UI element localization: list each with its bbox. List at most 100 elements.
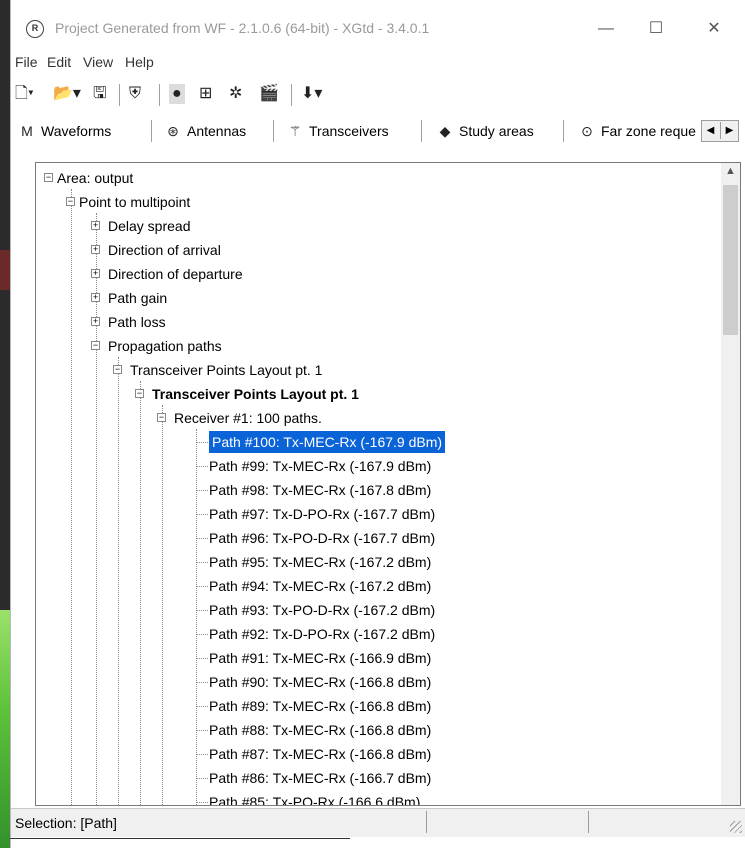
tab-antennas[interactable]: ⊛ Antennas (163, 120, 246, 142)
path-label: Path #92: Tx-D-PO-Rx (-167.2 dBm) (209, 626, 436, 642)
tree-connector (71, 189, 72, 805)
tree-view-icon[interactable]: ⊞ (199, 84, 212, 104)
path-label: Path #99: Tx-MEC-Rx (-167.9 dBm) (209, 458, 432, 474)
xgtd-logo-icon[interactable]: R (26, 20, 44, 38)
path-label: Path #94: Tx-MEC-Rx (-167.2 dBm) (209, 578, 432, 594)
selection-status: Selection: [Path] (15, 815, 117, 831)
toolbar-separator (159, 84, 160, 106)
tab-study-areas[interactable]: ◆ Study areas (435, 120, 534, 142)
collapse-icon[interactable]: − (91, 341, 100, 350)
clapperboard-icon[interactable]: 🎬 (259, 84, 279, 104)
tree-connector (196, 610, 208, 611)
scroll-up-icon[interactable]: ▲ (721, 165, 740, 182)
tree-connector (140, 381, 141, 805)
close-button[interactable]: ✕ (691, 14, 737, 44)
menu-help[interactable]: Help (125, 54, 154, 70)
tab-separator (151, 120, 152, 142)
collapse-icon[interactable]: − (135, 389, 144, 398)
status-panel (426, 811, 587, 833)
tree-connector (196, 586, 208, 587)
tree-connector (118, 357, 119, 805)
minimize-button[interactable]: — (583, 14, 629, 44)
tab-label: Waveforms (41, 123, 112, 139)
tab-label: Antennas (187, 123, 247, 139)
transceiver-tool-icon[interactable]: ✲ (229, 84, 242, 104)
title-bar[interactable]: R Project Generated from WF - 2.1.0.6 (6… (11, 0, 745, 48)
tree-connector (196, 778, 208, 779)
expand-icon[interactable]: + (91, 221, 100, 230)
path-label: Path #98: Tx-MEC-Rx (-167.8 dBm) (209, 482, 432, 498)
tree-connector (196, 706, 208, 707)
expand-icon[interactable]: + (91, 269, 100, 278)
tab-label: Study areas (459, 123, 534, 139)
tab-far-zone[interactable]: ⊙ Far zone reque (577, 120, 697, 142)
tab-label: Transceivers (309, 123, 389, 139)
menu-file[interactable]: File (15, 54, 38, 70)
tree-connector (196, 802, 208, 803)
tree-connector (196, 562, 208, 563)
tree-connector (196, 442, 208, 443)
resize-grip-icon[interactable] (730, 821, 742, 833)
collapse-icon[interactable]: − (66, 197, 75, 206)
tree-vertical-scrollbar[interactable]: ▲ (721, 163, 740, 805)
menu-bar: File Edit View Help (11, 50, 745, 74)
study-area-icon: ◆ (439, 123, 451, 139)
path-label: Path #85: Tx-PO-Rx (-166.6 dBm) (209, 794, 421, 806)
tab-scroll-left-icon[interactable]: ◀ (702, 122, 719, 139)
path-label: Path #86: Tx-MEC-Rx (-166.7 dBm) (209, 770, 432, 786)
path-label: Path #100: Tx-MEC-Rx (-167.9 dBm) (207, 430, 447, 454)
maximize-button[interactable]: ☐ (633, 14, 679, 44)
output-tree[interactable]: − Area: output − Point to multipoint + D… (35, 162, 741, 806)
tree-connector (196, 682, 208, 683)
save-icon[interactable]: 🖫 (93, 84, 107, 104)
wireless-insite-icon[interactable]: ⛨ (129, 84, 141, 104)
app-window: R Project Generated from WF - 2.1.0.6 (6… (10, 0, 745, 848)
tab-separator (421, 120, 422, 142)
status-bar: Selection: [Path] (11, 808, 745, 837)
collapse-icon[interactable]: − (157, 413, 166, 422)
open-folder-icon[interactable]: 📂▾ (53, 84, 81, 104)
tree-connector (196, 730, 208, 731)
path-label: Path #90: Tx-MEC-Rx (-166.8 dBm) (209, 674, 432, 690)
scrollbar-thumb[interactable] (723, 185, 738, 335)
tree-connector (196, 538, 208, 539)
collapse-icon[interactable]: − (44, 173, 53, 182)
new-file-icon[interactable]: 🗋▾ (15, 84, 34, 104)
path-label: Path #88: Tx-MEC-Rx (-166.8 dBm) (209, 722, 432, 738)
tree-connector (196, 634, 208, 635)
main-toolbar: 🗋▾ 📂▾ 🖫 ⛨ ● ⊞ ✲ 🎬 ⬇▾ (11, 78, 745, 110)
tree-connector (196, 466, 208, 467)
collapse-icon[interactable]: − (113, 365, 122, 374)
tree-connector (196, 754, 208, 755)
antenna-icon: ⊛ (167, 123, 179, 139)
tab-waveforms[interactable]: Μ Waveforms (17, 120, 111, 142)
expand-icon[interactable]: + (91, 317, 100, 326)
tree-connector (162, 405, 163, 805)
tab-separator (563, 120, 564, 142)
toolbar-separator (119, 84, 120, 106)
toolbar-separator (291, 84, 292, 106)
path-label: Path #96: Tx-PO-D-Rx (-167.7 dBm) (209, 530, 436, 546)
expand-icon[interactable]: + (91, 293, 100, 302)
path-label: Path #91: Tx-MEC-Rx (-166.9 dBm) (209, 650, 432, 666)
waveform-icon: Μ (21, 123, 33, 139)
tree-connector (196, 514, 208, 515)
tree-connector (196, 429, 197, 805)
tab-scroll-arrows: ◀ ▶ (701, 120, 739, 142)
download-icon[interactable]: ⬇▾ (301, 84, 322, 104)
menu-view[interactable]: View (83, 54, 113, 70)
tree-connector (196, 490, 208, 491)
tab-separator (273, 120, 274, 142)
tab-transceivers[interactable]: ⚚ Transceivers (285, 120, 389, 142)
menu-edit[interactable]: Edit (47, 54, 71, 70)
path-label: Path #95: Tx-MEC-Rx (-167.2 dBm) (209, 554, 432, 570)
path-label: Path #97: Tx-D-PO-Rx (-167.7 dBm) (209, 506, 436, 522)
tab-label: Far zone reque (601, 123, 696, 139)
window-title: Project Generated from WF - 2.1.0.6 (64-… (55, 20, 430, 36)
transceiver-icon: ⚚ (288, 123, 302, 139)
far-zone-icon: ⊙ (581, 123, 593, 139)
expand-icon[interactable]: + (91, 245, 100, 254)
path-label: Path #89: Tx-MEC-Rx (-166.8 dBm) (209, 698, 432, 714)
globe-icon[interactable]: ● (169, 84, 185, 104)
tab-scroll-right-icon[interactable]: ▶ (720, 122, 738, 139)
